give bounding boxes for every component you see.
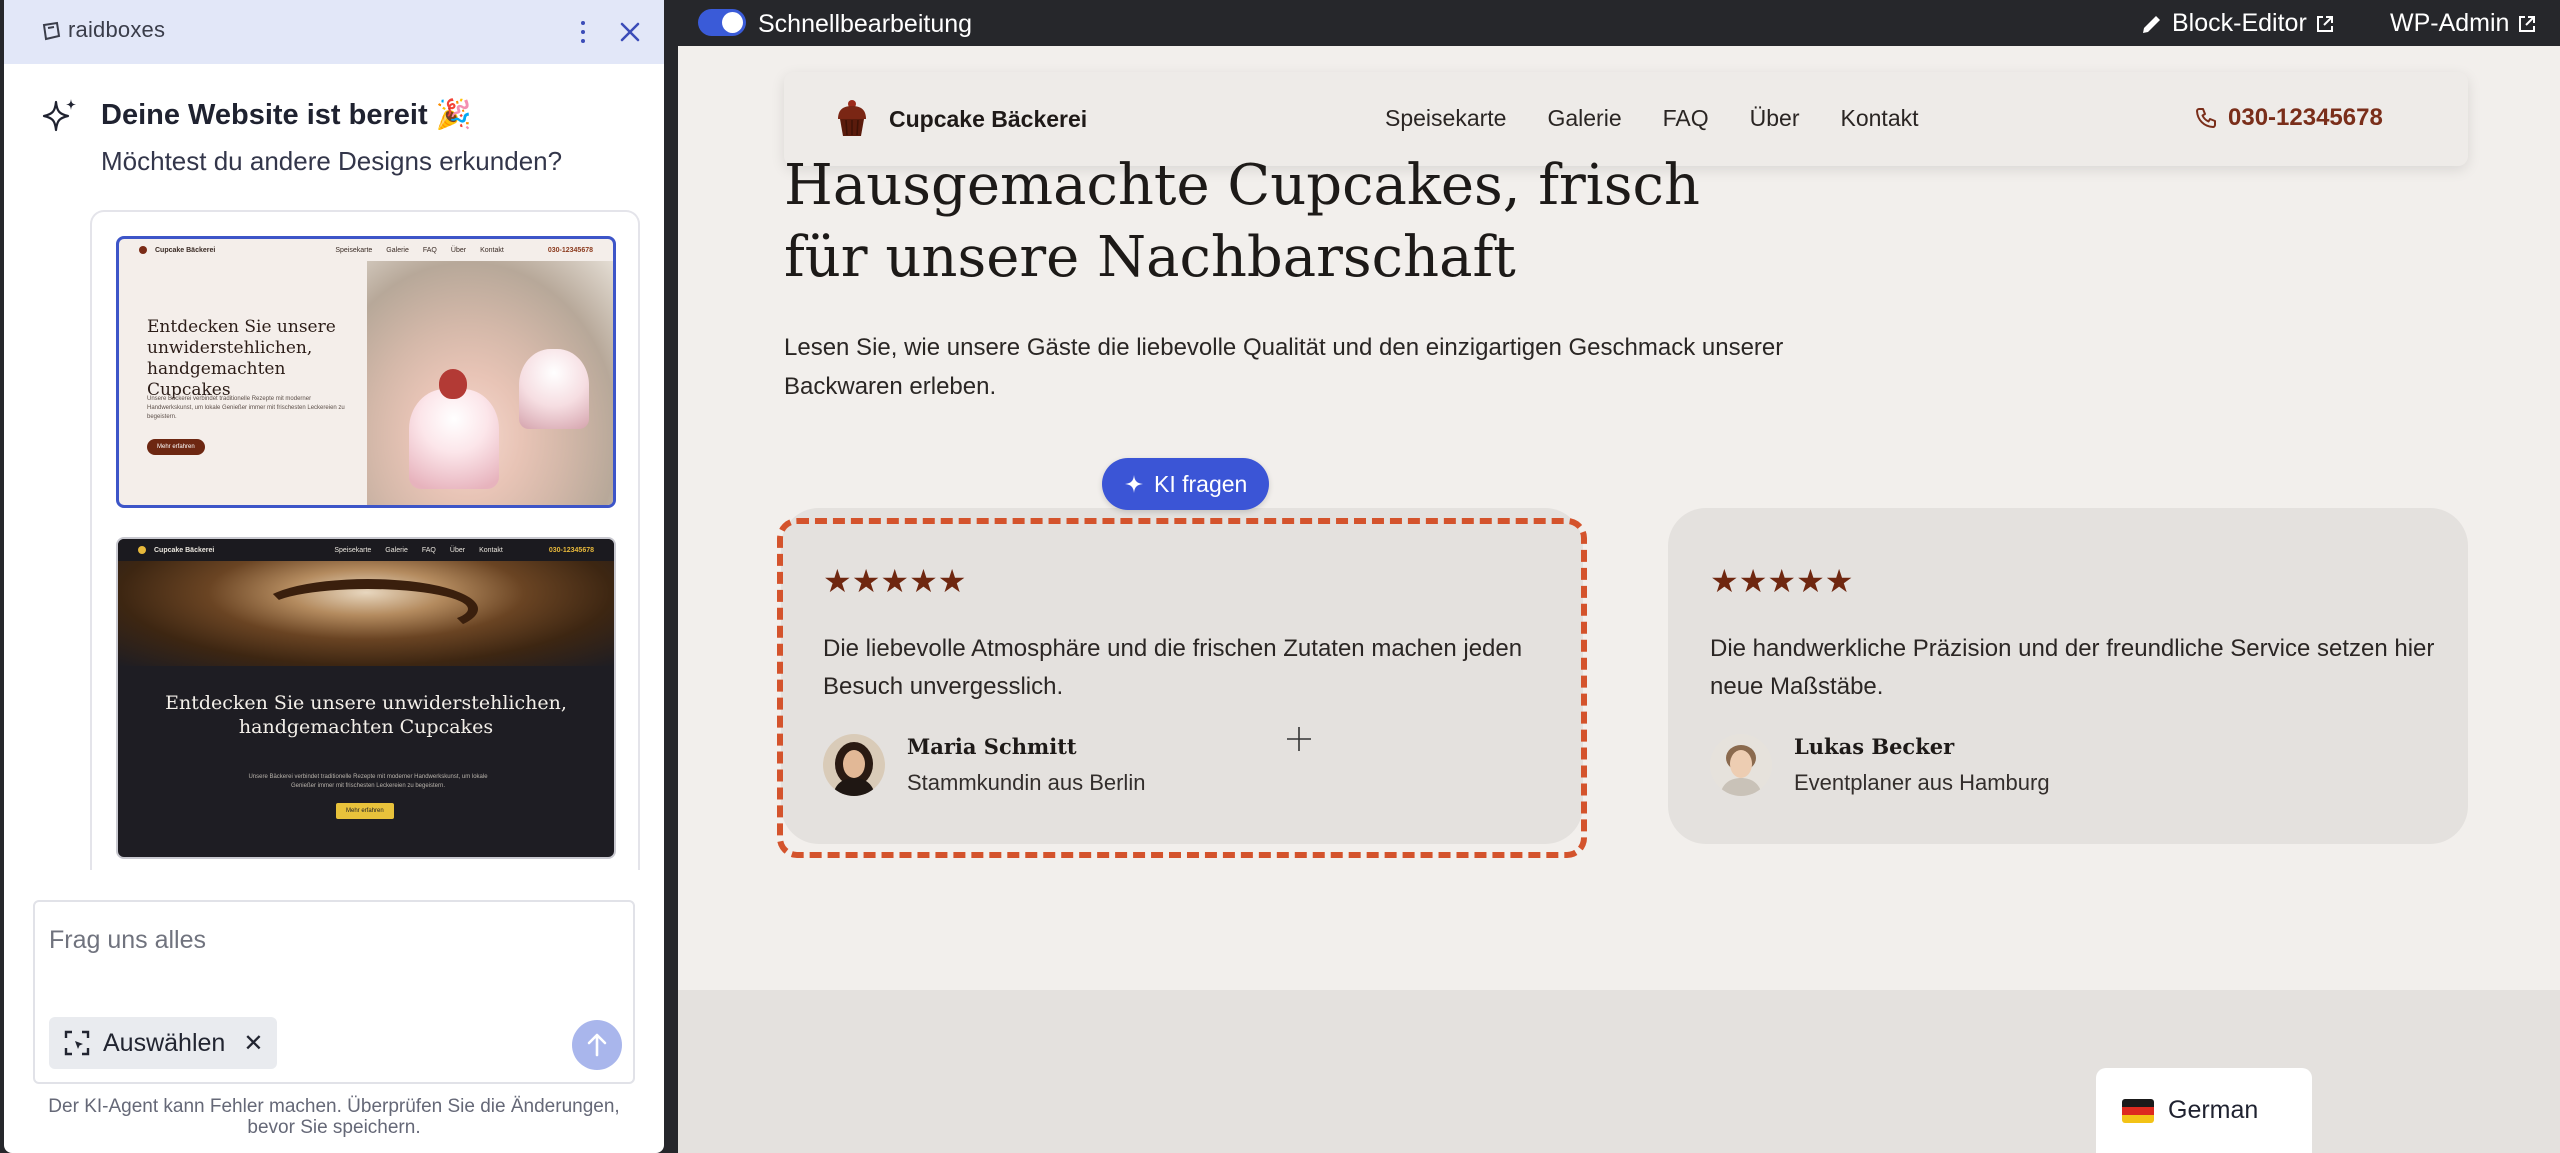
phone-number: 030-12345678 (2228, 104, 2383, 131)
block-editor-link[interactable]: Block-Editor (2140, 9, 2335, 38)
website-preview: Cupcake Bäckerei Speisekarte Galerie FAQ… (678, 46, 2560, 1153)
ask-ai-button[interactable]: KI fragen (1102, 458, 1270, 510)
thumb-nav-item: Speisekarte (334, 546, 372, 554)
sparkle-icon (42, 99, 76, 132)
thumb-nav: Cupcake Bäckerei Speisekarte Galerie FAQ… (119, 239, 613, 261)
send-button[interactable] (572, 1020, 622, 1070)
ai-disclaimer: Der KI-Agent kann Fehler machen. Überprü… (48, 1096, 620, 1138)
ready-title: Deine Website ist bereit 🎉 (101, 99, 472, 131)
chat-composer: Auswählen ✕ (33, 900, 635, 1084)
hero-title: Hausgemachte Cupcakes, frisch für unsere… (784, 153, 1700, 290)
design-thumbnail-dark[interactable]: Cupcake Bäckerei Speisekarte Galerie FAQ… (116, 537, 616, 859)
thumb-heading: Entdecken Sie unsere unwiderstehlichen, … (165, 692, 567, 738)
reviewer-name: Lukas Becker (1794, 734, 1955, 759)
menu-item-galerie[interactable]: Galerie (1547, 105, 1621, 132)
review-text: Die liebevolle Atmosphäre und die frisch… (823, 635, 1523, 700)
arrow-up-icon (587, 1033, 607, 1057)
thumb-nav: Cupcake Bäckerei Speisekarte Galerie FAQ… (118, 539, 614, 561)
select-element-chip[interactable]: Auswählen ✕ (49, 1017, 278, 1069)
crosshair-cursor-icon (1287, 727, 1311, 751)
rating-stars: ★★★★★ (823, 563, 967, 599)
phone-link[interactable]: 030-12345678 (2194, 104, 2383, 132)
language-label: German (2168, 1096, 2259, 1124)
thumb-nav-item: Galerie (386, 246, 409, 254)
thumb-nav-item: Über (449, 546, 466, 554)
thumb-nav-item: Kontakt (479, 546, 503, 554)
reviewer-name: Maria Schmitt (907, 734, 1077, 759)
site-menu: Speisekarte Galerie FAQ Über Kontakt (1385, 105, 1919, 132)
raidboxes-logo-icon (42, 21, 61, 41)
thumb-heading: Entdecken Sie unsere un­widerstehlichen,… (147, 317, 336, 400)
thumb-nav-item: Kontakt (480, 246, 504, 254)
external-link-icon (2519, 15, 2536, 32)
more-options-icon[interactable] (568, 14, 598, 50)
thumb-logo-icon (138, 546, 146, 554)
close-icon[interactable] (612, 14, 648, 50)
cupcake-photo-detail (519, 349, 589, 429)
thumb-brand: Cupcake Bäckerei (154, 546, 215, 554)
chat-input[interactable] (49, 926, 609, 955)
cupcake-logo-icon (838, 100, 866, 136)
menu-item-ueber[interactable]: Über (1750, 105, 1800, 132)
remove-chip-icon[interactable]: ✕ (243, 1029, 263, 1058)
select-frame-icon (64, 1030, 90, 1056)
menu-item-speisekarte[interactable]: Speisekarte (1385, 105, 1506, 132)
pencil-icon (2143, 15, 2160, 33)
design-options-list: Cupcake Bäckerei Speisekarte Galerie FAQ… (90, 210, 640, 870)
chocolate-drizzle-detail (258, 579, 478, 639)
reviewer-role: Eventplaner aus Hamburg (1794, 770, 2050, 795)
ready-subtitle: Möchtest du andere Designs erkunden? (101, 146, 563, 176)
wp-admin-link[interactable]: WP-Admin (2390, 9, 2537, 38)
avatar (823, 734, 885, 796)
rating-stars: ★★★★★ (1710, 563, 1854, 599)
menu-item-kontakt[interactable]: Kontakt (1841, 105, 1919, 132)
hero-subtitle: Lesen Sie, wie unsere Gäste die liebevol… (784, 334, 1784, 400)
thumb-nav-item: FAQ (422, 246, 437, 254)
thumb-text: Unsere Bäckerei verbindet traditionelle … (248, 774, 488, 789)
thumb-phone: 030-12345678 (547, 246, 593, 254)
design-thumbnail-light[interactable]: Cupcake Bäckerei Speisekarte Galerie FAQ… (116, 236, 616, 508)
quick-edit-label: Schnellbearbeitung (758, 10, 973, 38)
strawberry-detail (439, 369, 467, 399)
select-chip-label: Auswählen (103, 1028, 226, 1057)
block-editor-label: Block-Editor (2172, 9, 2307, 37)
thumb-nav-item: Galerie (385, 546, 408, 554)
site-name[interactable]: Cupcake Bäckerei (889, 106, 1087, 133)
thumb-nav-item: Über (450, 246, 467, 254)
external-link-icon (2316, 15, 2333, 32)
review-card[interactable]: ★★★★★ Die handwerkliche Präzision und de… (1668, 508, 2468, 844)
menu-item-faq[interactable]: FAQ (1663, 105, 1709, 132)
review-card[interactable]: ★★★★★ Die liebevolle Atmosphäre und die … (781, 508, 1583, 844)
ask-ai-label: KI fragen (1154, 470, 1248, 497)
thumb-nav-item: Speisekarte (335, 246, 373, 254)
toggle-knob (722, 12, 743, 33)
reviewer-role: Stammkundin aus Berlin (907, 770, 1146, 795)
review-text: Die handwerkliche Präzision und der freu… (1710, 635, 2435, 700)
thumb-logo-icon (139, 246, 147, 254)
quick-edit-toggle[interactable] (698, 9, 746, 36)
language-switcher[interactable]: German (2096, 1068, 2312, 1153)
brand-name: raidboxes (68, 17, 166, 42)
thumb-button: Mehr erfahren (147, 439, 205, 455)
german-flag-icon (2122, 1098, 2154, 1123)
cupcake-photo-detail (409, 389, 499, 489)
avatar (1710, 734, 1772, 796)
editor-toolbar: Schnellbearbeitung Block-Editor WP-Admin (678, 0, 2560, 46)
ai-assistant-panel: raidboxes Deine Website ist bereit 🎉 Möc… (4, 0, 664, 1153)
thumb-brand: Cupcake Bäckerei (155, 246, 216, 254)
thumb-nav-item: FAQ (421, 546, 436, 554)
sparkle-icon (1125, 475, 1143, 493)
thumb-phone: 030-12345678 (548, 546, 594, 554)
thumb-text: Unsere Bäckerei verbindet traditionelle … (147, 396, 345, 420)
wp-admin-label: WP-Admin (2390, 9, 2510, 37)
panel-header: raidboxes (4, 0, 664, 64)
phone-icon (2196, 108, 2216, 128)
thumb-button: Mehr erfahren (336, 803, 394, 819)
